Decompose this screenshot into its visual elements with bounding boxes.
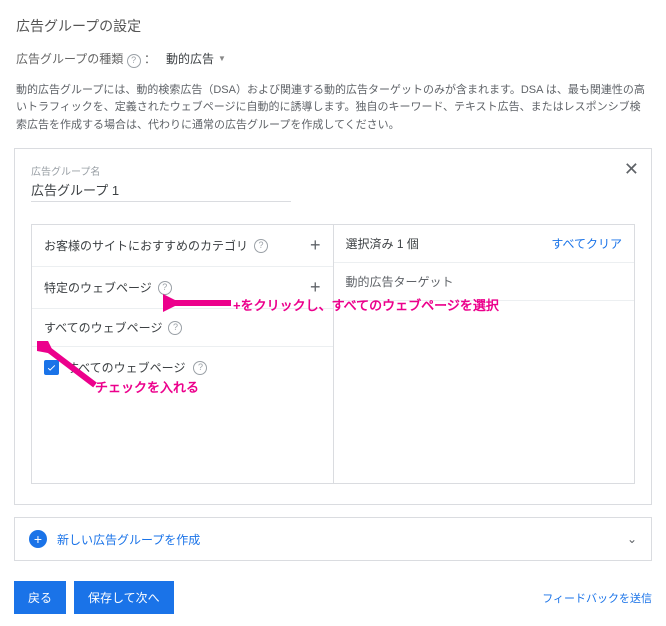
row-recommended-categories[interactable]: お客様のサイトにおすすめのカテゴリ ? + [32,225,333,267]
plus-icon[interactable]: + [310,277,321,298]
plus-circle-icon: + [29,530,47,548]
caret-down-icon: ▼ [218,54,226,63]
group-name-input[interactable] [31,180,291,202]
help-icon[interactable]: ? [193,361,207,375]
feedback-link[interactable]: フィードバックを送信 [542,590,652,606]
type-value-dropdown[interactable]: 動的広告 ▼ [166,50,226,67]
all-pages-checkbox-row[interactable]: すべてのウェブページ ? [32,347,333,388]
back-button[interactable]: 戻る [14,581,66,614]
clear-all-link[interactable]: すべてクリア [551,235,622,252]
targeting-left-column: お客様のサイトにおすすめのカテゴリ ? + 特定のウェブページ ? + すべての… [32,225,334,483]
type-label: 広告グループの種類 ? ： [16,50,156,68]
new-ad-group-button[interactable]: + 新しい広告グループを作成 ⌄ [14,517,652,561]
close-icon[interactable]: ✕ [624,159,639,180]
help-icon[interactable]: ? [158,281,172,295]
targeting-right-column: 選択済み 1 個 すべてクリア 動的広告ターゲット [334,225,635,483]
help-icon[interactable]: ? [168,321,182,335]
save-next-button[interactable]: 保存して次へ [74,581,174,614]
help-icon[interactable]: ? [254,239,268,253]
selected-count: 選択済み 1 個 [346,235,419,252]
help-icon[interactable]: ? [127,54,141,68]
page-title: 広告グループの設定 [16,16,652,36]
chevron-down-icon: ⌄ [627,532,637,546]
group-name-label: 広告グループ名 [31,163,635,178]
footer: 戻る 保存して次へ フィードバックを送信 [14,581,652,614]
ad-group-card: ✕ 広告グループ名 お客様のサイトにおすすめのカテゴリ ? + 特定のウェブペー… [14,148,652,505]
checkbox-checked-icon[interactable] [44,360,59,375]
ad-group-type-row: 広告グループの種類 ? ： 動的広告 ▼ [16,50,652,68]
targeting-grid: お客様のサイトにおすすめのカテゴリ ? + 特定のウェブページ ? + すべての… [31,224,635,484]
dynamic-target-label: 動的広告ターゲット [334,263,635,301]
all-pages-checkbox-label: すべてのウェブページ [67,359,185,376]
row-all-pages[interactable]: すべてのウェブページ ? [32,309,333,347]
row-specific-pages[interactable]: 特定のウェブページ ? + [32,267,333,309]
description-text: 動的広告グループには、動的検索広告（DSA）および関連する動的広告ターゲットのみ… [16,82,650,135]
plus-icon[interactable]: + [310,235,321,256]
